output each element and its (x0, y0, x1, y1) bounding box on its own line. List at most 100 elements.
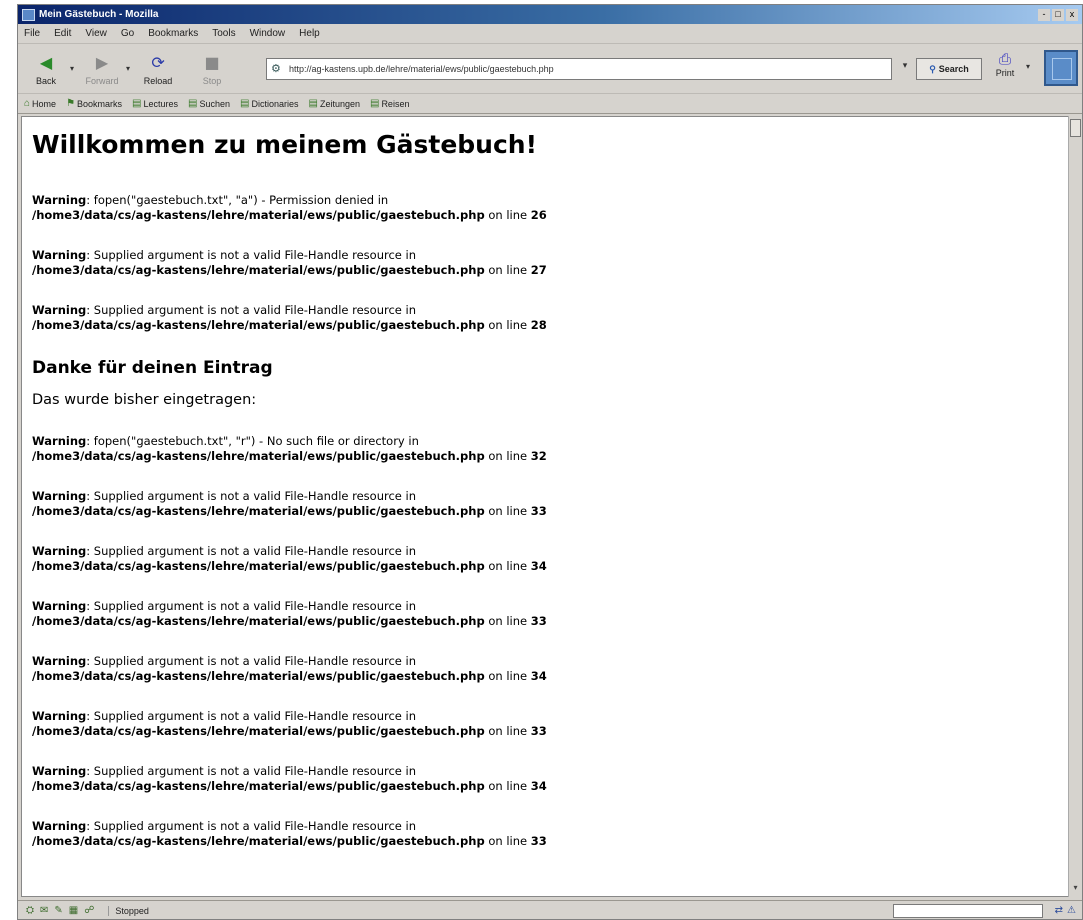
title-bar[interactable]: Mein Gästebuch - Mozilla - □ x (18, 5, 1082, 24)
php-warning: Warning: Supplied argument is not a vali… (32, 599, 1068, 629)
menu-bar: File Edit View Go Bookmarks Tools Window… (18, 24, 1082, 44)
bookmark-folder-suchen[interactable]: ▤ Suchen (188, 98, 230, 109)
back-dropdown-icon[interactable]: ▾ (70, 64, 74, 73)
security-icon[interactable]: ⚠ (1067, 905, 1076, 916)
warning-label: Warning (32, 599, 87, 613)
php-warning: Warning: Supplied argument is not a vali… (32, 544, 1068, 574)
stop-label: Stop (202, 75, 222, 86)
throbber-logo[interactable] (1044, 50, 1078, 86)
scroll-thumb[interactable] (1070, 119, 1081, 137)
forward-arrow-icon: ▶ (95, 53, 109, 72)
status-bar: ⛭ ✉ ✎ ▦ ☍ Stopped ⇄ ⚠ (18, 900, 1082, 920)
bookmark-folder-dictionaries[interactable]: ▤ Dictionaries (240, 98, 298, 109)
print-dropdown-icon[interactable]: ▾ (1026, 62, 1030, 71)
page-heading: Willkommen zu meinem Gästebuch! (32, 130, 537, 159)
warning-label: Warning (32, 303, 87, 317)
search-button[interactable]: ⚲ Search (916, 58, 982, 80)
warning-on-line: on line (484, 449, 531, 463)
bookmark-bookmarks[interactable]: ⚑ Bookmarks (66, 98, 122, 109)
stop-button[interactable]: ■ Stop (192, 47, 232, 91)
menu-window[interactable]: Window (250, 28, 286, 39)
forward-dropdown-icon[interactable]: ▾ (126, 64, 130, 73)
bookmark-folder-label: Suchen (199, 98, 231, 109)
menu-bookmarks[interactable]: Bookmarks (148, 28, 198, 39)
back-button[interactable]: ◀ Back (26, 47, 66, 91)
addressbook-icon[interactable]: ▦ (69, 905, 78, 916)
php-warning: Warning: Supplied argument is not a vali… (32, 303, 1068, 333)
bookmark-folder-label: Lectures (143, 98, 179, 109)
bookmark-home[interactable]: ⌂ Home (24, 98, 56, 109)
bookmark-folder-zeitungen[interactable]: ▤ Zeitungen (309, 98, 360, 109)
menu-file[interactable]: File (24, 28, 40, 39)
warning-label: Warning (32, 819, 87, 833)
reload-button[interactable]: ⟳ Reload (138, 47, 178, 91)
mail-icon[interactable]: ✉ (40, 905, 48, 916)
warnings-bottom: Warning: fopen("gaestebuch.txt", "r") - … (32, 434, 1068, 849)
warning-message: : Supplied argument is not a valid File-… (86, 709, 417, 723)
warning-path: /home3/data/cs/ag-kastens/lehre/material… (32, 669, 485, 683)
online-icon[interactable]: ⇄ (1055, 905, 1063, 916)
warning-line-number: 28 (530, 318, 547, 332)
warning-path: /home3/data/cs/ag-kastens/lehre/material… (32, 263, 485, 277)
forward-label: Forward (85, 75, 119, 86)
printer-icon: ⎙ (998, 50, 1011, 68)
bookmark-folder-label: Dictionaries (251, 98, 299, 109)
php-warning: Warning: Supplied argument is not a vali… (32, 819, 1068, 849)
page-content: Willkommen zu meinem Gästebuch! Warning:… (21, 116, 1069, 897)
folder-icon: ▤ (369, 98, 380, 109)
warning-on-line: on line (484, 669, 531, 683)
warning-line-number: 33 (530, 834, 547, 848)
warning-path: /home3/data/cs/ag-kastens/lehre/material… (32, 449, 485, 463)
warning-path: /home3/data/cs/ag-kastens/lehre/material… (32, 614, 485, 628)
php-warning: Warning: Supplied argument is not a vali… (32, 709, 1068, 739)
menu-edit[interactable]: Edit (54, 28, 71, 39)
warning-on-line: on line (484, 208, 531, 222)
warning-line-number: 27 (530, 263, 547, 277)
warning-on-line: on line (484, 559, 531, 573)
warning-line-number: 32 (530, 449, 547, 463)
stop-icon: ■ (204, 53, 220, 72)
folder-icon: ▤ (188, 98, 198, 109)
navigator-icon[interactable]: ⛭ (26, 905, 34, 916)
composer-icon[interactable]: ✎ (54, 905, 62, 916)
thanks-heading: Danke für deinen Eintrag (32, 358, 273, 378)
print-button[interactable]: ⎙ Print (988, 50, 1022, 90)
minimize-button[interactable]: - (1038, 8, 1050, 21)
warning-message: : Supplied argument is not a valid File-… (86, 544, 417, 558)
warning-on-line: on line (484, 504, 531, 518)
menu-tools[interactable]: Tools (212, 28, 235, 39)
menu-view[interactable]: View (85, 28, 107, 39)
warning-label: Warning (32, 489, 87, 503)
window-controls: - □ x (1038, 8, 1082, 21)
warning-on-line: on line (484, 614, 531, 628)
bookmark-folder-label: Reisen (381, 98, 410, 109)
bookmark-home-label: Home (32, 98, 57, 109)
warning-label: Warning (32, 544, 87, 558)
warning-line-number: 26 (530, 208, 547, 222)
menu-go[interactable]: Go (121, 28, 134, 39)
progress-meter (892, 903, 1043, 918)
maximize-button[interactable]: □ (1052, 8, 1064, 21)
warning-line-number: 33 (530, 504, 547, 518)
scroll-down-arrow-icon[interactable]: ▾ (1070, 883, 1081, 894)
warning-line-number: 33 (530, 724, 547, 738)
bookmark-folder-lectures[interactable]: ▤ Lectures (132, 98, 178, 109)
forward-button[interactable]: ▶ Forward (82, 47, 122, 91)
warning-label: Warning (32, 709, 87, 723)
close-button[interactable]: x (1066, 8, 1078, 21)
php-warning: Warning: fopen("gaestebuch.txt", "a") - … (32, 193, 1068, 223)
warning-line-number: 33 (530, 614, 547, 628)
url-text[interactable]: http://ag-kastens.upb.de/lehre/material/… (289, 64, 554, 74)
menu-help[interactable]: Help (299, 28, 320, 39)
url-dropdown-icon[interactable]: ▾ (898, 61, 912, 77)
search-icon: ⚲ (929, 63, 936, 74)
url-field[interactable]: ⚙ http://ag-kastens.upb.de/lehre/materia… (266, 58, 892, 80)
bookmark-folder-reisen[interactable]: ▤ Reisen (370, 98, 409, 109)
warning-on-line: on line (484, 834, 531, 848)
browser-window: Mein Gästebuch - Mozilla - □ x File Edit… (17, 4, 1083, 920)
connection-icon[interactable]: ☍ (84, 905, 94, 916)
warning-line-number: 34 (530, 779, 547, 793)
status-text: Stopped (108, 905, 149, 916)
vertical-scrollbar[interactable]: ▾ (1068, 116, 1082, 897)
warning-path: /home3/data/cs/ag-kastens/lehre/material… (32, 559, 485, 573)
